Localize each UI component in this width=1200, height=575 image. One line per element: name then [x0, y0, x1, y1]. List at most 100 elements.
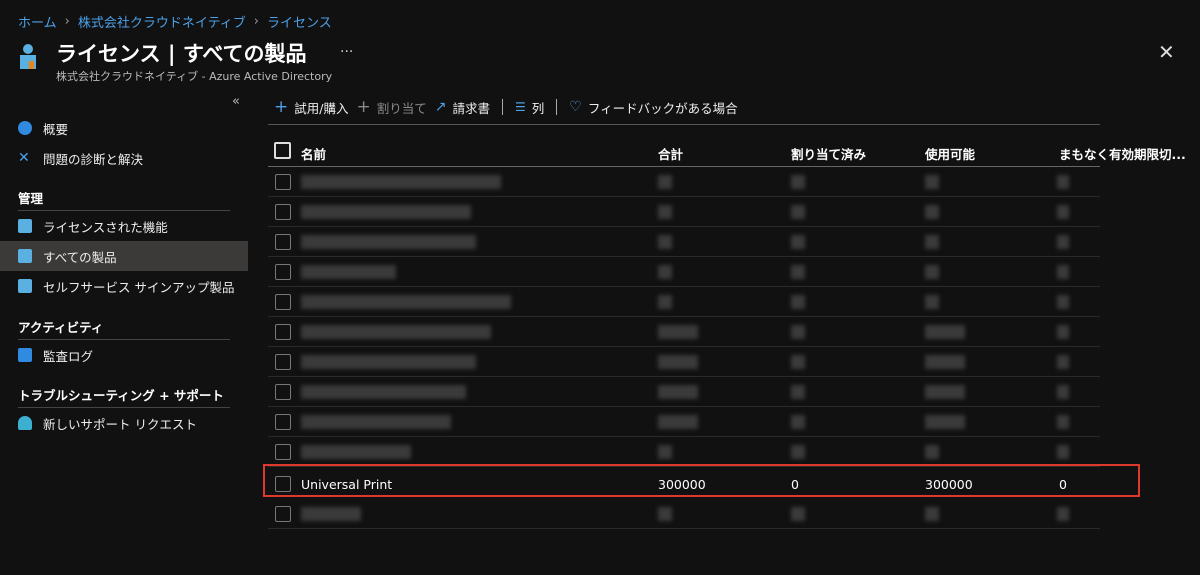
table-row-redacted[interactable]	[268, 499, 1100, 529]
row-checkbox[interactable]	[275, 294, 291, 310]
redacted-name	[301, 265, 396, 279]
sidebar-item-licensed-features[interactable]: ライセンスされた機能	[0, 211, 248, 241]
redacted-value	[658, 325, 698, 339]
table-row-redacted[interactable]	[268, 437, 1100, 467]
row-checkbox[interactable]	[275, 324, 291, 340]
section-manage: 管理	[18, 191, 44, 206]
row-checkbox[interactable]	[275, 264, 291, 280]
table-row-redacted[interactable]	[268, 317, 1100, 347]
sidebar-item-all-products[interactable]: すべての製品	[0, 241, 248, 271]
heart-icon: ♡	[569, 99, 582, 115]
info-icon	[18, 121, 32, 135]
row-checkbox[interactable]	[275, 414, 291, 430]
redacted-value	[1057, 295, 1069, 309]
license-icon	[18, 249, 32, 263]
sidebar-item-self-service[interactable]: セルフサービス サインアップ製品	[0, 271, 248, 301]
table-row-redacted[interactable]	[268, 377, 1100, 407]
table-row-redacted[interactable]	[268, 227, 1100, 257]
row-checkbox[interactable]	[275, 234, 291, 250]
redacted-value	[658, 445, 672, 459]
divider	[268, 124, 1100, 125]
more-options-button[interactable]: ...	[340, 40, 353, 56]
table-row-redacted[interactable]	[268, 257, 1100, 287]
columns-icon: ☰	[514, 100, 526, 114]
column-header-total[interactable]: 合計	[658, 144, 683, 163]
highlight-box	[263, 464, 1140, 497]
divider	[501, 99, 503, 115]
sidebar-item-audit-log[interactable]: 監査ログ	[0, 340, 248, 370]
redacted-name	[301, 325, 491, 339]
sidebar-item-diagnose[interactable]: ✕ 問題の診断と解決	[0, 143, 248, 173]
sidebar-item-label: ライセンスされた機能	[43, 219, 168, 235]
redacted-value	[791, 415, 805, 429]
column-header-available[interactable]: 使用可能	[925, 144, 975, 163]
plus-icon: +	[356, 97, 371, 117]
close-button[interactable]: ✕	[1158, 40, 1175, 64]
invoice-button[interactable]: ↗ 請求書	[435, 98, 490, 117]
redacted-value	[1057, 235, 1069, 249]
column-header-name[interactable]: 名前	[301, 144, 326, 163]
row-checkbox[interactable]	[275, 384, 291, 400]
redacted-value	[658, 385, 698, 399]
row-checkbox[interactable]	[275, 444, 291, 460]
redacted-value	[1057, 415, 1069, 429]
assign-button[interactable]: + 割り当て	[356, 97, 426, 117]
sidebar-item-support-request[interactable]: 新しいサポート リクエスト	[0, 408, 248, 438]
redacted-value	[1057, 355, 1069, 369]
button-label: 列	[531, 100, 545, 116]
redacted-value	[658, 507, 672, 521]
page-subtitle: 株式会社クラウドネイティブ - Azure Active Directory	[56, 70, 333, 83]
sidebar-item-overview[interactable]: 概要	[0, 113, 248, 143]
redacted-value	[925, 295, 939, 309]
redacted-name	[301, 175, 501, 189]
sidebar-item-label: すべての製品	[43, 249, 117, 265]
try-buy-button[interactable]: + 試用/購入	[274, 97, 348, 117]
breadcrumb-licenses[interactable]: ライセンス	[267, 12, 332, 31]
redacted-value	[925, 265, 939, 279]
row-checkbox[interactable]	[275, 354, 291, 370]
toolbar: + 試用/購入 + 割り当て ↗ 請求書 ☰ 列 ♡ フィードバックがある場合	[274, 97, 738, 117]
table-row-redacted[interactable]	[268, 197, 1100, 227]
support-icon	[18, 416, 32, 430]
column-header-assigned[interactable]: 割り当て済み	[791, 144, 866, 163]
column-header-expiring[interactable]: まもなく有効期限切...	[1059, 144, 1186, 163]
redacted-value	[791, 355, 805, 369]
section-activity: アクティビティ	[18, 320, 104, 335]
sidebar-item-label: セルフサービス サインアップ製品	[43, 279, 235, 295]
license-icon	[18, 219, 32, 233]
redacted-value	[1057, 385, 1069, 399]
redacted-value	[925, 385, 965, 399]
columns-button[interactable]: ☰ 列	[515, 98, 544, 117]
row-checkbox[interactable]	[275, 506, 291, 522]
redacted-value	[791, 325, 805, 339]
plus-icon: +	[274, 97, 289, 117]
redacted-name	[301, 385, 466, 399]
redacted-value	[658, 295, 672, 309]
redacted-value	[925, 175, 939, 189]
redacted-value	[791, 507, 805, 521]
redacted-value	[791, 235, 805, 249]
redacted-name	[301, 507, 361, 521]
table-row-redacted[interactable]	[268, 347, 1100, 377]
button-label: 割り当て	[376, 100, 427, 116]
row-checkbox[interactable]	[275, 174, 291, 190]
table-row-redacted[interactable]	[268, 407, 1100, 437]
redacted-value	[925, 415, 965, 429]
collapse-sidebar-button[interactable]: «	[232, 94, 240, 109]
breadcrumb-home[interactable]: ホーム	[18, 12, 57, 31]
table-row-redacted[interactable]	[268, 287, 1100, 317]
redacted-value	[658, 175, 672, 189]
feedback-button[interactable]: ♡ フィードバックがある場合	[569, 98, 737, 117]
redacted-value	[925, 235, 939, 249]
select-all-checkbox[interactable]	[274, 142, 291, 159]
table-row-redacted[interactable]	[268, 167, 1100, 197]
sidebar-item-label: 新しいサポート リクエスト	[43, 416, 197, 432]
external-link-icon: ↗	[434, 99, 447, 115]
page-title: ライセンス | すべての製品	[56, 42, 307, 66]
license-icon	[18, 279, 32, 293]
redacted-name	[301, 205, 471, 219]
row-checkbox[interactable]	[275, 204, 291, 220]
redacted-value	[791, 445, 805, 459]
breadcrumb-tenant[interactable]: 株式会社クラウドネイティブ	[78, 12, 246, 31]
redacted-value	[791, 265, 805, 279]
